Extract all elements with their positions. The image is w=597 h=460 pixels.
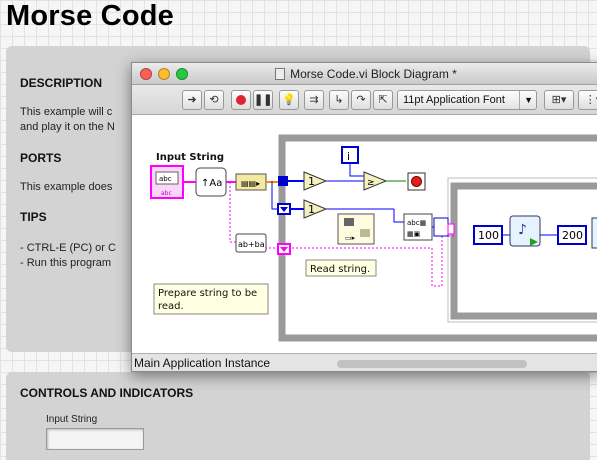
constant-100: 100	[478, 229, 499, 242]
iteration-label: i	[347, 150, 350, 163]
ports-line-1: This example does	[20, 181, 113, 193]
byte-array-glyph: ▤▤▸	[241, 179, 260, 188]
window-title: Morse Code.vi Block Diagram *	[132, 67, 597, 81]
distribute-objects-button[interactable]: ⋮▾	[578, 90, 597, 110]
run-continuously-button[interactable]: ⟲	[204, 90, 224, 110]
description-line-2: and play it on the N	[20, 121, 115, 133]
toolbar: ➜ ⟲ ❚❚ 💡 ⇉ ↳ ↷ ⇱ 11pt Application Font ▼…	[132, 85, 597, 115]
greater-equal-glyph: ≥	[367, 178, 375, 188]
page-title: Morse Code	[6, 0, 174, 32]
constant-1b: 1	[308, 203, 315, 216]
read-string-glyph-2	[360, 229, 370, 237]
while-loop-frame	[278, 134, 597, 342]
morse-lookup-glyph-1: abc▦	[407, 219, 426, 227]
for-loop-border	[447, 177, 597, 323]
shift-register-left-numeric[interactable]	[278, 176, 288, 186]
step-into-button[interactable]: ↳	[329, 90, 349, 110]
input-string-label: Input String	[46, 414, 98, 425]
morse-lookup-glyph-2: ▦▣	[407, 230, 420, 238]
window-titlebar[interactable]: Morse Code.vi Block Diagram *	[132, 63, 597, 85]
font-select[interactable]: 11pt Application Font ▼	[397, 90, 537, 110]
read-string-glyph-3: ▭▸	[345, 234, 356, 242]
block-diagram-window: Morse Code.vi Block Diagram * ➜ ⟲ ❚❚ 💡 ⇉…	[131, 62, 597, 372]
input-string-field[interactable]	[46, 428, 144, 450]
wire-iteration	[349, 163, 364, 177]
font-select-value: 11pt Application Font	[403, 94, 505, 106]
wait-subvi-partial[interactable]	[591, 217, 597, 249]
to-upper-case-glyph: ↑Aa	[201, 178, 222, 189]
control-glyph-text: abc	[159, 175, 172, 183]
wire-branch-string	[229, 182, 236, 243]
chevron-down-icon: ▼	[519, 91, 533, 109]
read-string-glyph-1	[344, 218, 354, 226]
document-icon	[275, 68, 286, 80]
ports-heading: PORTS	[20, 151, 62, 165]
diagram-svg: Input String abc abc ↑Aa ▤▤▸ ab+ba 1 1 i…	[150, 134, 597, 342]
tunnel-string[interactable]	[447, 223, 455, 235]
run-button[interactable]: ➜	[182, 90, 202, 110]
input-string-caption: Input String	[156, 152, 224, 163]
retain-wire-values-button[interactable]: ⇉	[304, 90, 324, 110]
comment-prepare-line-1: Prepare string to be	[158, 288, 257, 299]
constant-200: 200	[562, 229, 583, 242]
diagram-canvas[interactable]: Input String abc abc ↑Aa ▤▤▸ ab+ba 1 1 i…	[132, 116, 597, 353]
step-out-button[interactable]: ⇱	[373, 90, 393, 110]
comment-read: Read string.	[310, 264, 370, 275]
tips-line-2: - Run this program	[20, 257, 112, 269]
stop-icon	[411, 176, 422, 187]
concat-glyph: ab+ba	[238, 240, 265, 249]
music-note-icon: ♪	[518, 222, 527, 238]
tips-heading: TIPS	[20, 210, 47, 224]
comment-prepare-line-2: read.	[158, 301, 184, 312]
controls-panel: CONTROLS AND INDICATORS Input String	[6, 372, 590, 460]
application-instance-label: Main Application Instance	[134, 356, 271, 370]
highlight-execution-button[interactable]: 💡	[279, 90, 299, 110]
window-title-text: Morse Code.vi Block Diagram *	[290, 67, 457, 81]
description-line-1: This example will c	[20, 106, 113, 118]
status-bar: Main Application Instance	[132, 353, 597, 371]
pause-button[interactable]: ❚❚	[253, 90, 273, 110]
horizontal-scrollbar[interactable]	[337, 360, 527, 368]
step-over-button[interactable]: ↷	[351, 90, 371, 110]
tunnel-array[interactable]	[433, 217, 449, 237]
wire-num-6	[393, 209, 404, 223]
controls-heading: CONTROLS AND INDICATORS	[20, 386, 194, 400]
for-loop-frame	[450, 182, 597, 320]
align-objects-button[interactable]: ⊞▾	[544, 90, 574, 110]
description-heading: DESCRIPTION	[20, 76, 103, 90]
abort-button[interactable]	[231, 90, 251, 110]
string-glyph-text: abc	[161, 190, 172, 197]
tips-line-1: - CTRL-E (PC) or C	[20, 242, 116, 254]
constant-1a: 1	[308, 175, 315, 188]
